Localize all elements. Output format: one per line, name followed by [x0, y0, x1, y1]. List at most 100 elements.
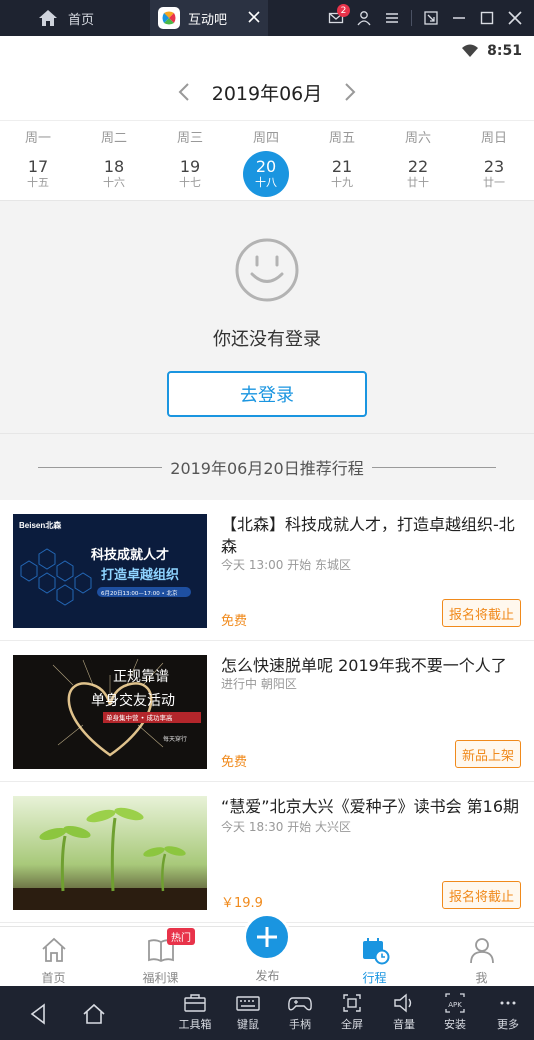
gamepad-button[interactable]: 手柄 [276, 992, 324, 1032]
lunar-date: 十九 [331, 176, 353, 189]
volume-icon [394, 993, 412, 1013]
mail-badge: 2 [337, 4, 350, 17]
smiley-icon [235, 238, 299, 302]
toolbar-label: 安装 [444, 1018, 466, 1031]
divider [38, 466, 163, 468]
toolbar-label: 全屏 [341, 1018, 363, 1031]
day-cell[interactable]: 周三 19 十七 [152, 121, 228, 197]
keyboard-button[interactable]: 键鼠 [224, 992, 272, 1032]
emulator-home-label: 首页 [68, 12, 95, 28]
toolbar-label: 更多 [497, 1018, 519, 1031]
weekday-label: 周四 [252, 131, 279, 146]
login-message: 你还没有登录 [213, 329, 321, 350]
shrink-icon[interactable] [420, 7, 442, 29]
nav-label: 我 [475, 971, 488, 985]
maximize-icon[interactable] [476, 7, 498, 29]
event-title: 怎么快速脱单呢 2019年我不要一个人了 [221, 656, 507, 675]
event-price: ￥19.9 [221, 896, 263, 911]
toolbar-label: 键鼠 [237, 1018, 259, 1031]
nav-schedule[interactable]: 行程 [321, 927, 428, 987]
emulator-toolbar: 工具箱 键鼠 手柄 全屏 音量 APK 安装 更多 [0, 986, 534, 1040]
keyboard-icon [236, 996, 260, 1011]
chevron-left-icon[interactable] [174, 80, 194, 104]
day-cell[interactable]: 周一 17 十五 [0, 121, 76, 197]
day-cell[interactable]: 周日 23 廿一 [456, 121, 532, 197]
emulator-home-tab[interactable]: 首页 [0, 0, 150, 36]
gamepad-icon [288, 997, 312, 1011]
menu-icon[interactable] [381, 7, 403, 29]
close-icon[interactable] [246, 9, 262, 25]
bottom-nav: 首页 热门 福利课 发布 行程 我 [0, 913, 534, 987]
home-icon [41, 937, 66, 962]
emulator-app-tab[interactable]: 互动吧 [150, 0, 268, 36]
apk-install-button[interactable]: APK 安装 [431, 992, 479, 1032]
event-tag: 报名将截止 [441, 881, 521, 909]
poster-line1: 科技成就人才 [91, 547, 169, 563]
event-item[interactable]: Beisen北森 科技成就人才 打造卓越组织 6月20日13:00—17:00 … [0, 500, 534, 641]
nav-home[interactable]: 首页 [0, 927, 107, 987]
chevron-right-icon[interactable] [340, 80, 360, 104]
day-number: 18 [103, 157, 125, 176]
lunar-date: 十五 [27, 176, 49, 189]
toolbox-icon [184, 994, 206, 1012]
day-cell-selected[interactable]: 周四 20 十八 [228, 121, 304, 197]
event-poster: 正规靠谱 单身交友活动 单身集中营 • 成功率高 每天穿行 [13, 655, 207, 769]
nav-label: 行程 [362, 971, 387, 985]
weekday-label: 周六 [404, 131, 431, 146]
back-icon[interactable] [24, 1000, 52, 1028]
login-button[interactable]: 去登录 [167, 371, 367, 417]
event-meta: 今天 13:00 开始 东城区 [221, 558, 352, 572]
nav-label: 福利课 [142, 971, 179, 985]
poster-brand: Beisen北森 [19, 520, 62, 530]
window-close-icon[interactable] [504, 7, 526, 29]
volume-button[interactable]: 音量 [380, 992, 428, 1032]
recommend-header: 2019年06月20日推荐行程 [0, 434, 534, 500]
toolbox-button[interactable]: 工具箱 [171, 992, 219, 1032]
status-bar: 8:51 [0, 36, 534, 66]
publish-button[interactable] [243, 913, 291, 961]
login-prompt: 你还没有登录 去登录 [0, 200, 534, 434]
event-tag: 报名将截止 [441, 599, 521, 627]
emulator-title-bar: 首页 互动吧 2 [0, 0, 534, 36]
user-icon[interactable] [353, 7, 375, 29]
toolbar-label: 手柄 [289, 1018, 311, 1031]
event-title: 【北森】科技成就人才，打造卓越组织-北森 [221, 515, 515, 556]
lunar-date: 十八 [255, 176, 277, 189]
weekday-label: 周五 [328, 131, 355, 146]
day-cell[interactable]: 周六 22 廿十 [380, 121, 456, 197]
mail-icon[interactable]: 2 [325, 4, 350, 29]
fullscreen-button[interactable]: 全屏 [328, 992, 376, 1032]
event-poster: Beisen北森 科技成就人才 打造卓越组织 6月20日13:00—17:00 … [13, 514, 207, 628]
more-icon [500, 1001, 516, 1005]
weekday-label: 周二 [100, 131, 127, 146]
day-number: 21 [331, 157, 353, 176]
minimize-icon[interactable] [448, 7, 470, 29]
divider [371, 466, 496, 468]
event-item[interactable]: 正规靠谱 单身交友活动 单身集中营 • 成功率高 每天穿行 怎么快速脱单呢 20… [0, 641, 534, 782]
day-cell[interactable]: 周五 21 十九 [304, 121, 380, 197]
emulator-tab-label: 互动吧 [188, 12, 228, 28]
day-number: 20 [255, 157, 277, 176]
more-button[interactable]: 更多 [484, 992, 532, 1032]
calendar-clock-icon [362, 938, 389, 965]
status-time: 8:51 [487, 43, 522, 59]
day-number: 22 [407, 157, 429, 176]
android-home-icon[interactable] [80, 1000, 108, 1028]
fullscreen-icon [343, 994, 361, 1012]
day-number: 17 [27, 157, 49, 176]
event-item[interactable]: “慧爱”北京大兴《爱种子》读书会 第16期 今天 18:30 开始 大兴区 ￥1… [0, 782, 534, 923]
day-cell[interactable]: 周二 18 十六 [76, 121, 152, 197]
nav-publish[interactable]: 发布 [214, 913, 321, 987]
toolbar-label: 工具箱 [178, 1018, 212, 1031]
app-logo-icon [158, 7, 180, 29]
poster-line2: 单身交友活动 [91, 692, 175, 709]
event-list: Beisen北森 科技成就人才 打造卓越组织 6月20日13:00—17:00 … [0, 500, 534, 923]
poster-brand: 每天穿行 [163, 735, 187, 743]
nav-me[interactable]: 我 [428, 927, 534, 987]
month-title: 2019年06月 [211, 82, 323, 105]
house-icon [39, 10, 57, 26]
event-title: “慧爱”北京大兴《爱种子》读书会 第16期 [221, 797, 520, 816]
week-strip: 周一 17 十五 周二 18 十六 周三 19 十七 周四 20 十八 周五 21 十九 … [0, 120, 534, 200]
nav-courses[interactable]: 热门 福利课 [107, 927, 214, 987]
lunar-date: 廿十 [407, 176, 429, 189]
